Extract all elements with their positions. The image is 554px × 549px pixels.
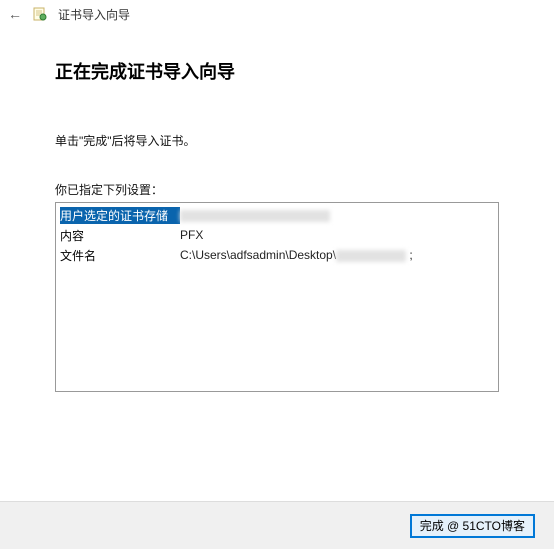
instruction-text: 单击"完成"后将导入证书。 <box>55 132 499 149</box>
settings-key: 文件名 <box>60 247 180 264</box>
settings-box: 用户选定的证书存储 内容 PFX 文件名 C:\Users\adfsadmin\… <box>55 202 499 392</box>
window-title: 证书导入向导 <box>58 6 130 23</box>
settings-row[interactable]: 文件名 C:\Users\adfsadmin\Desktop\ ; <box>58 245 496 265</box>
settings-row[interactable]: 内容 PFX <box>58 225 496 245</box>
wizard-content: 正在完成证书导入向导 单击"完成"后将导入证书。 你已指定下列设置： 用户选定的… <box>0 28 554 392</box>
footer: 完成 @ 51CTO博客 <box>0 501 554 549</box>
redacted-text <box>336 250 406 262</box>
settings-key: 用户选定的证书存储 <box>60 207 180 224</box>
settings-value: C:\Users\adfsadmin\Desktop\ ; <box>180 248 494 262</box>
certificate-icon <box>32 6 48 22</box>
redacted-text <box>180 210 330 222</box>
settings-value <box>180 208 494 222</box>
settings-row[interactable]: 用户选定的证书存储 <box>58 205 496 225</box>
settings-key: 内容 <box>60 227 180 244</box>
back-arrow-icon[interactable]: ← <box>8 6 22 22</box>
titlebar: ← 证书导入向导 <box>0 0 554 28</box>
settings-value: PFX <box>180 228 494 242</box>
finish-button[interactable]: 完成 @ 51CTO博客 <box>411 515 534 537</box>
settings-label: 你已指定下列设置： <box>55 181 499 198</box>
page-heading: 正在完成证书导入向导 <box>55 58 499 84</box>
